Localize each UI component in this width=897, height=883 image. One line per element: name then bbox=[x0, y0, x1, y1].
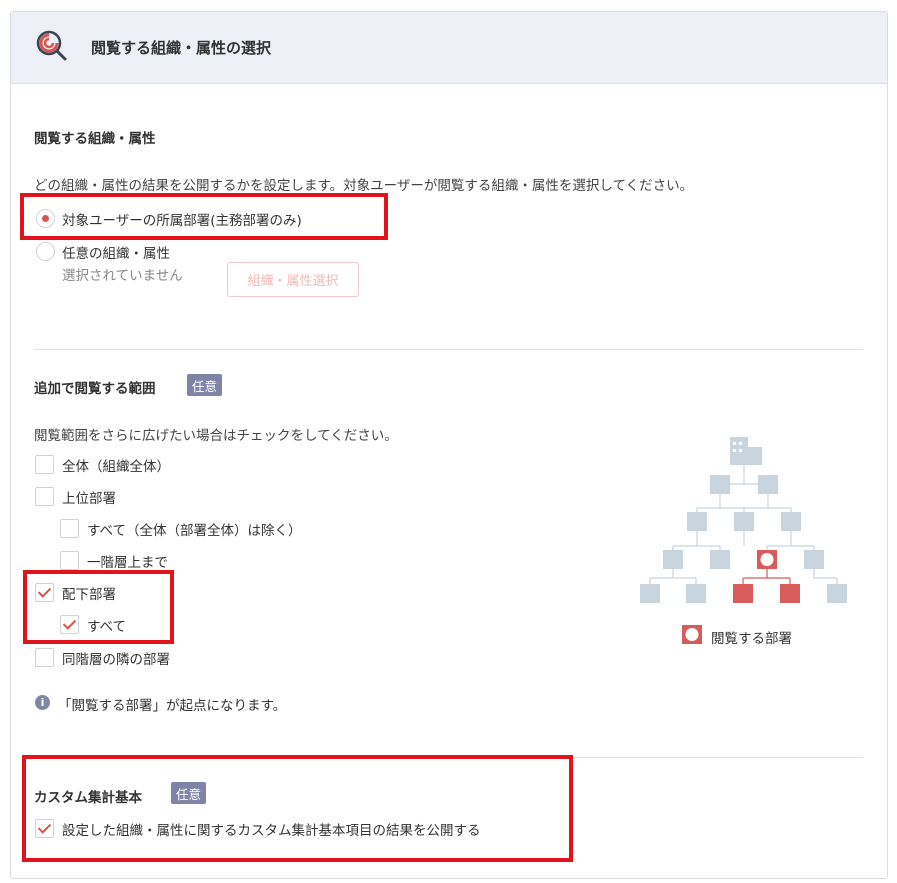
selection-status: 選択されていません bbox=[62, 268, 183, 284]
info-icon: i bbox=[35, 695, 50, 710]
checkbox-upper-dept[interactable] bbox=[35, 487, 54, 506]
org-hierarchy-diagram bbox=[640, 437, 847, 644]
section-title-organization: 閲覧する組織・属性 bbox=[34, 131, 156, 147]
divider bbox=[34, 349, 863, 350]
checkbox-sibling-dept[interactable] bbox=[35, 648, 54, 667]
highlight-box-1 bbox=[20, 193, 388, 240]
checkbox-whole-org-label[interactable]: 全体（組織全体） bbox=[62, 455, 170, 475]
radio-any-organization-label[interactable]: 任意の組織・属性 bbox=[62, 242, 170, 262]
checkbox-upper-dept-label[interactable]: 上位部署 bbox=[62, 487, 116, 507]
diagram-legend-label: 閲覧する部署 bbox=[711, 631, 792, 647]
info-note: 「閲覧する部署」が起点になります。 bbox=[58, 698, 287, 714]
page-title: 閲覧する組織・属性の選択 bbox=[91, 39, 272, 57]
checkbox-upper-all[interactable] bbox=[60, 519, 79, 538]
checkbox-sibling-dept-label[interactable]: 同階層の隣の部署 bbox=[62, 648, 170, 668]
radio-any-organization[interactable] bbox=[36, 242, 55, 261]
section-description: どの組織・属性の結果を公開するかを設定します。対象ユーザーが閲覧する組織・属性を… bbox=[34, 178, 694, 194]
building-icon bbox=[730, 437, 762, 465]
select-organization-button[interactable]: 組織・属性選択 bbox=[227, 262, 359, 297]
checkbox-one-level-up[interactable] bbox=[60, 551, 79, 570]
optional-badge: 任意 bbox=[187, 374, 223, 396]
search-chart-icon bbox=[36, 30, 67, 61]
highlight-box-2 bbox=[23, 570, 174, 644]
checkbox-upper-all-label[interactable]: すべて（全体（部署全体）は除く） bbox=[87, 519, 302, 539]
section-title-additional-range: 追加で閲覧する範囲 bbox=[34, 381, 156, 397]
checkbox-one-level-up-label[interactable]: 一階層上まで bbox=[87, 551, 168, 571]
panel-header: 閲覧する組織・属性の選択 bbox=[11, 12, 887, 84]
section-description: 閲覧範囲をさらに広げたい場合はチェックをしてください。 bbox=[34, 428, 398, 444]
checkbox-whole-org[interactable] bbox=[35, 455, 54, 474]
highlight-box-3 bbox=[22, 755, 573, 862]
